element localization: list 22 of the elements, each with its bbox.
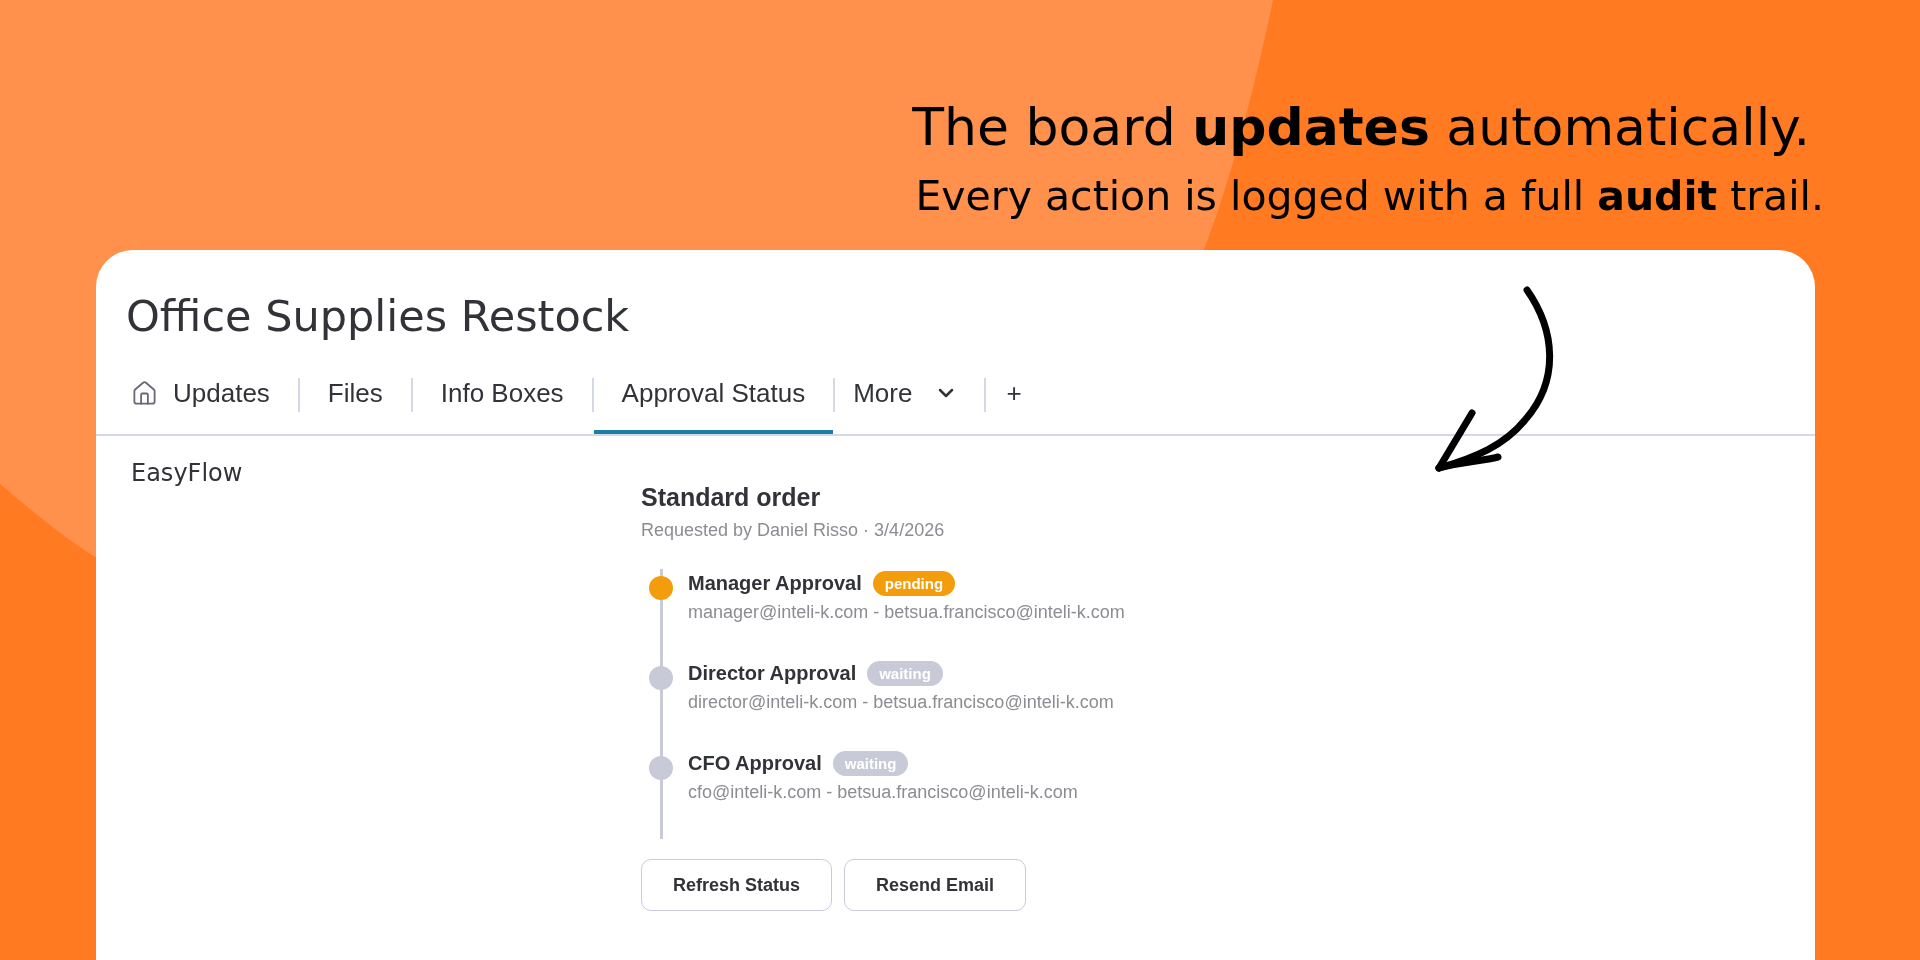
approver-emails: cfo@inteli-k.com - betsua.francisco@inteli-k.com: [688, 781, 1078, 804]
action-button[interactable]: Refresh Status: [641, 859, 833, 911]
add-tab-button[interactable]: +: [986, 356, 1042, 434]
step-title: Manager Approval: [688, 571, 862, 596]
step-title: CFO Approval: [688, 751, 822, 776]
tab[interactable]: Files: [299, 356, 411, 434]
headline: The board updates automatically.: [912, 96, 1810, 159]
home-icon: [131, 379, 158, 407]
sidebar-title: EasyFlow: [131, 459, 243, 487]
order-title: Standard order: [641, 482, 821, 512]
tab[interactable]: Info Boxes: [412, 356, 592, 434]
status-badge: pending: [872, 570, 956, 596]
tab[interactable]: Approval Status: [593, 356, 834, 434]
action-button[interactable]: Resend Email: [844, 859, 1027, 911]
order-meta: Requested by Daniel Risso · 3/4/2026: [641, 519, 945, 542]
subheadline: Every action is logged with a full audit trail.: [915, 172, 1824, 220]
tab[interactable]: Updates: [103, 356, 298, 434]
board-title: Office Supplies Restock: [126, 290, 630, 343]
step-title: Director Approval: [688, 661, 857, 686]
more-tab[interactable]: More: [835, 356, 985, 434]
approver-emails: manager@inteli-k.com - betsua.francisco@inteli-k.com: [688, 601, 1125, 624]
approver-emails: director@inteli-k.com - betsua.francisco@inteli-k.com: [688, 691, 1114, 714]
